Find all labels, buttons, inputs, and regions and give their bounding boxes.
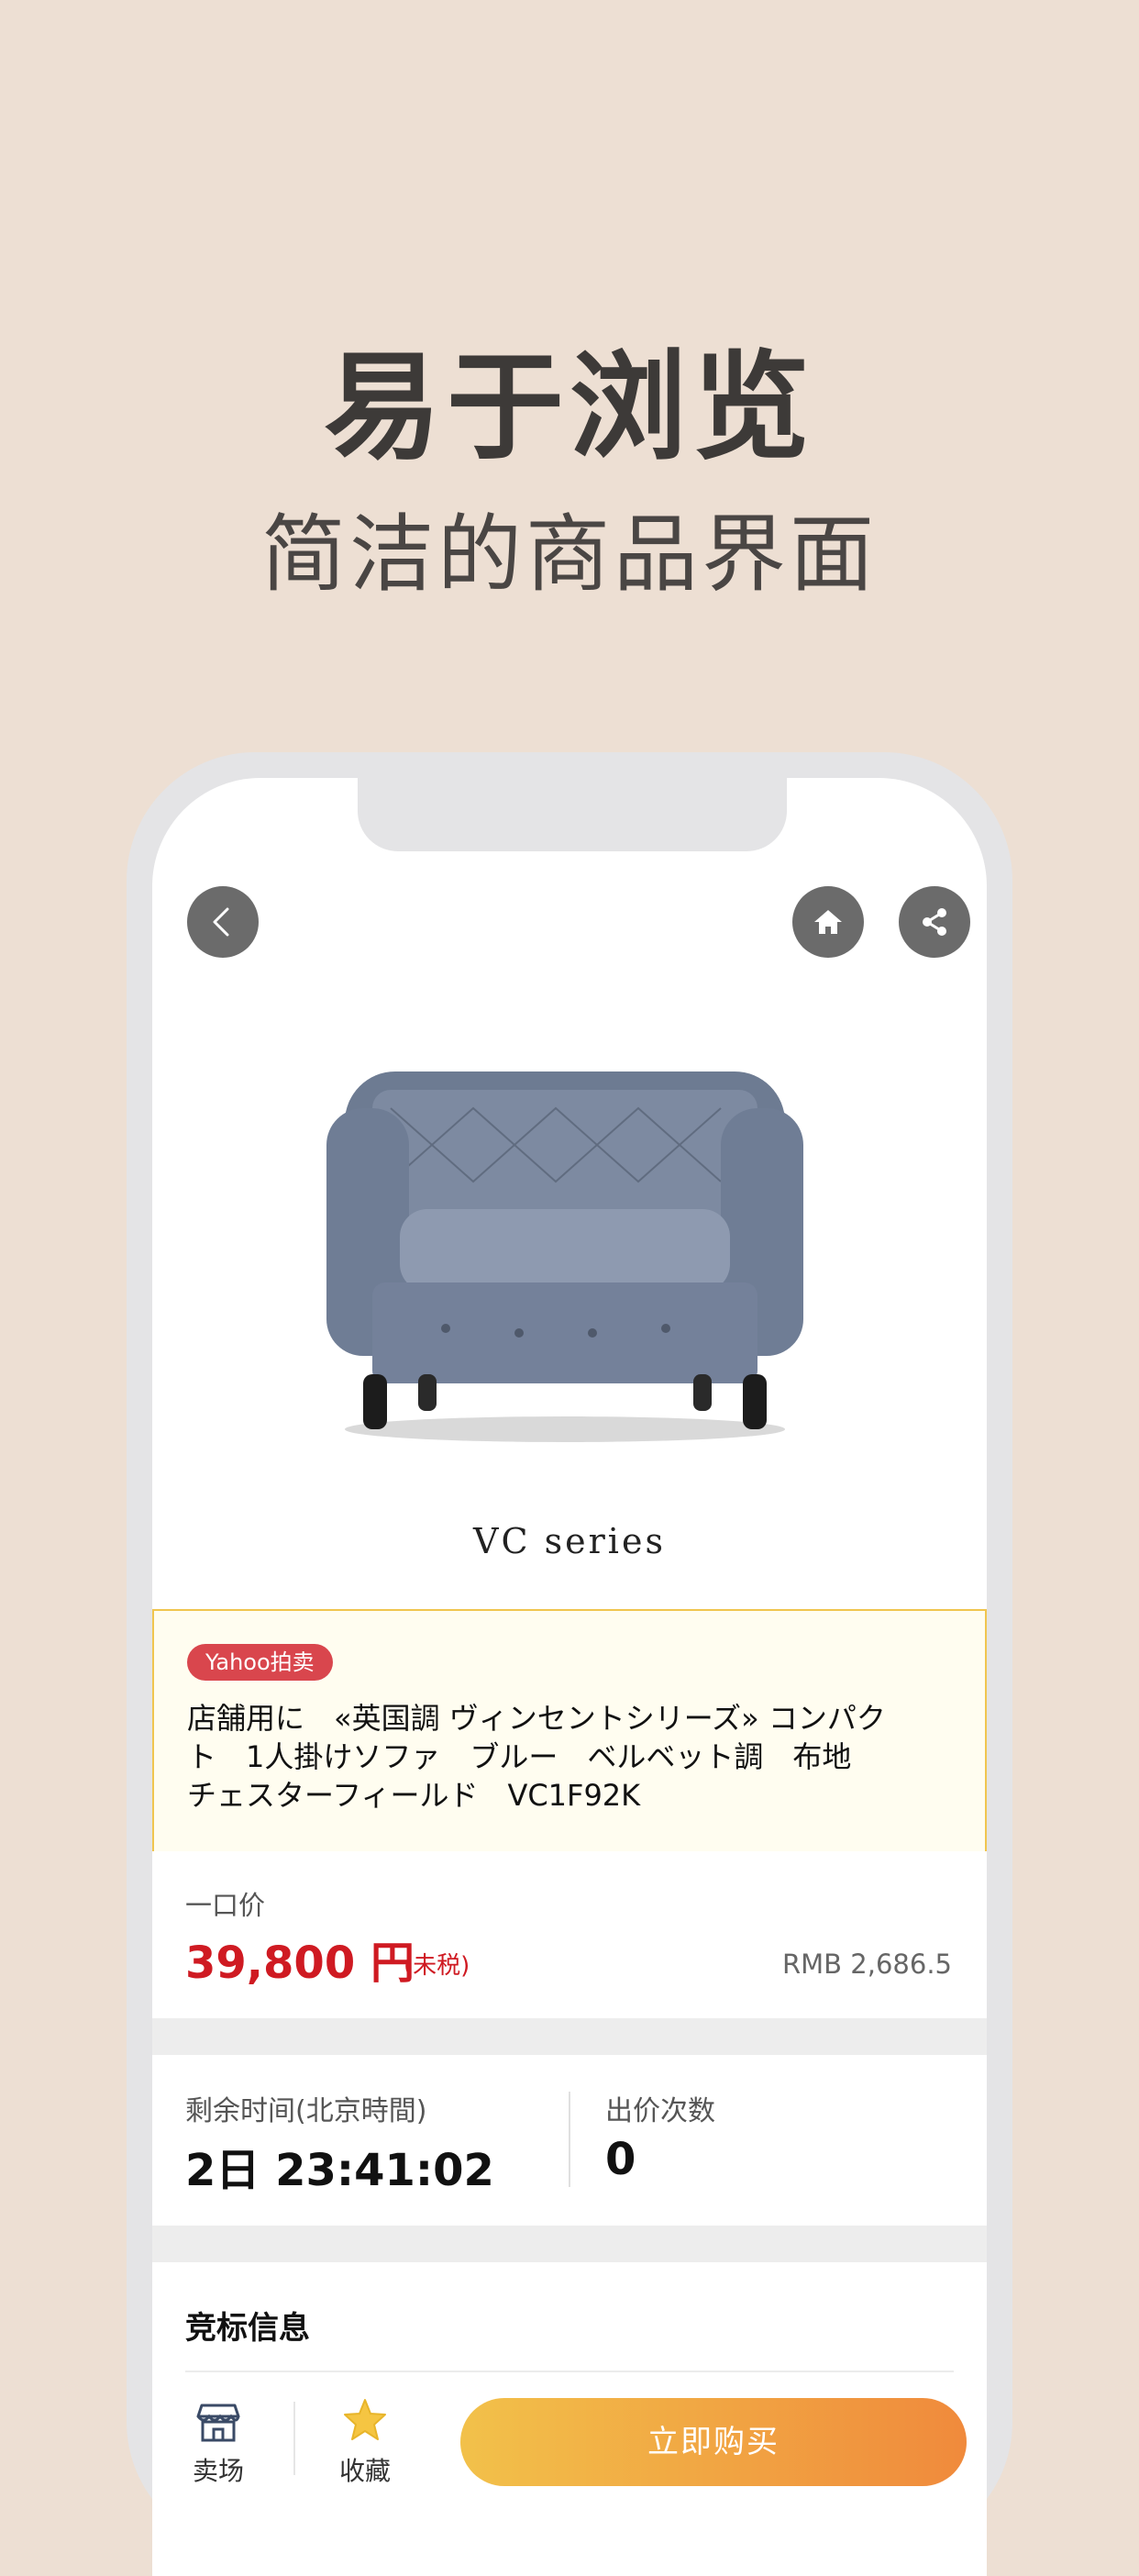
home-button[interactable] [792,886,864,958]
star-icon [344,2399,386,2440]
phone-frame: VC series Yahoo拍卖 店舗用に «英国調 ヴィンセントシリーズ» … [127,752,1012,2576]
rmb-price: RMB 2,686.5 [782,1949,952,1980]
share-icon [923,908,946,936]
favorite-tab[interactable]: 收藏 [310,2396,420,2488]
store-icon [196,2404,240,2442]
tab-divider [293,2402,295,2475]
buy-now-button[interactable]: 立即购买 [460,2398,967,2486]
bid-count-label: 出价次数 [605,2095,715,2127]
bid-info-divider [185,2371,954,2372]
bid-info-section[interactable]: 竞标信息 [152,2262,987,2372]
chevron-left-icon [213,907,229,937]
source-badge: Yahoo拍卖 [187,1644,333,1681]
product-title-box: Yahoo拍卖 店舗用に «英国調 ヴィンセントシリーズ» コンパク ト 1人掛… [152,1609,987,1853]
favorite-tab-label: 收藏 [338,2456,391,2486]
phone-notch [358,778,787,851]
price-value: 39,800 円 [185,1938,415,1989]
price-section: 一口价 39,800 円 (未税) RMB 2,686.5 [152,1851,987,2018]
bid-count-value: 0 [605,2134,636,2185]
auction-status-section: 剩余时间(北京時間) 2日 23:41:02 出价次数 0 [152,2055,987,2226]
store-tab-label: 卖场 [192,2456,244,2486]
share-button[interactable] [899,886,970,958]
section-divider [152,2226,987,2262]
product-image [326,1071,803,1442]
remaining-time-label: 剩余时间(北京時間) [185,2095,427,2127]
product-series-label: VC series [473,1521,666,1561]
bottom-action-bar: 卖场 收藏 立即购买 [152,2374,987,2576]
bid-info-title: 竞标信息 [185,2310,310,2347]
section-divider [152,2018,987,2055]
status-divider [569,2092,570,2187]
back-button[interactable] [187,886,259,958]
app-screen: VC series Yahoo拍卖 店舗用に «英国調 ヴィンセントシリーズ» … [152,778,987,2576]
price-label: 一口价 [185,1890,266,1921]
store-tab[interactable]: 卖场 [163,2396,273,2488]
product-title: 店舗用に «英国調 ヴィンセントシリーズ» コンパク ト 1人掛けソファ ブルー… [187,1701,886,1813]
home-icon [814,910,842,934]
hero-subtitle: 简洁的商品界面 [260,505,878,604]
tax-note: (未税) [404,1952,470,1980]
remaining-time-value: 2日 23:41:02 [185,2145,494,2196]
hero-title: 易于浏览 [323,339,815,476]
